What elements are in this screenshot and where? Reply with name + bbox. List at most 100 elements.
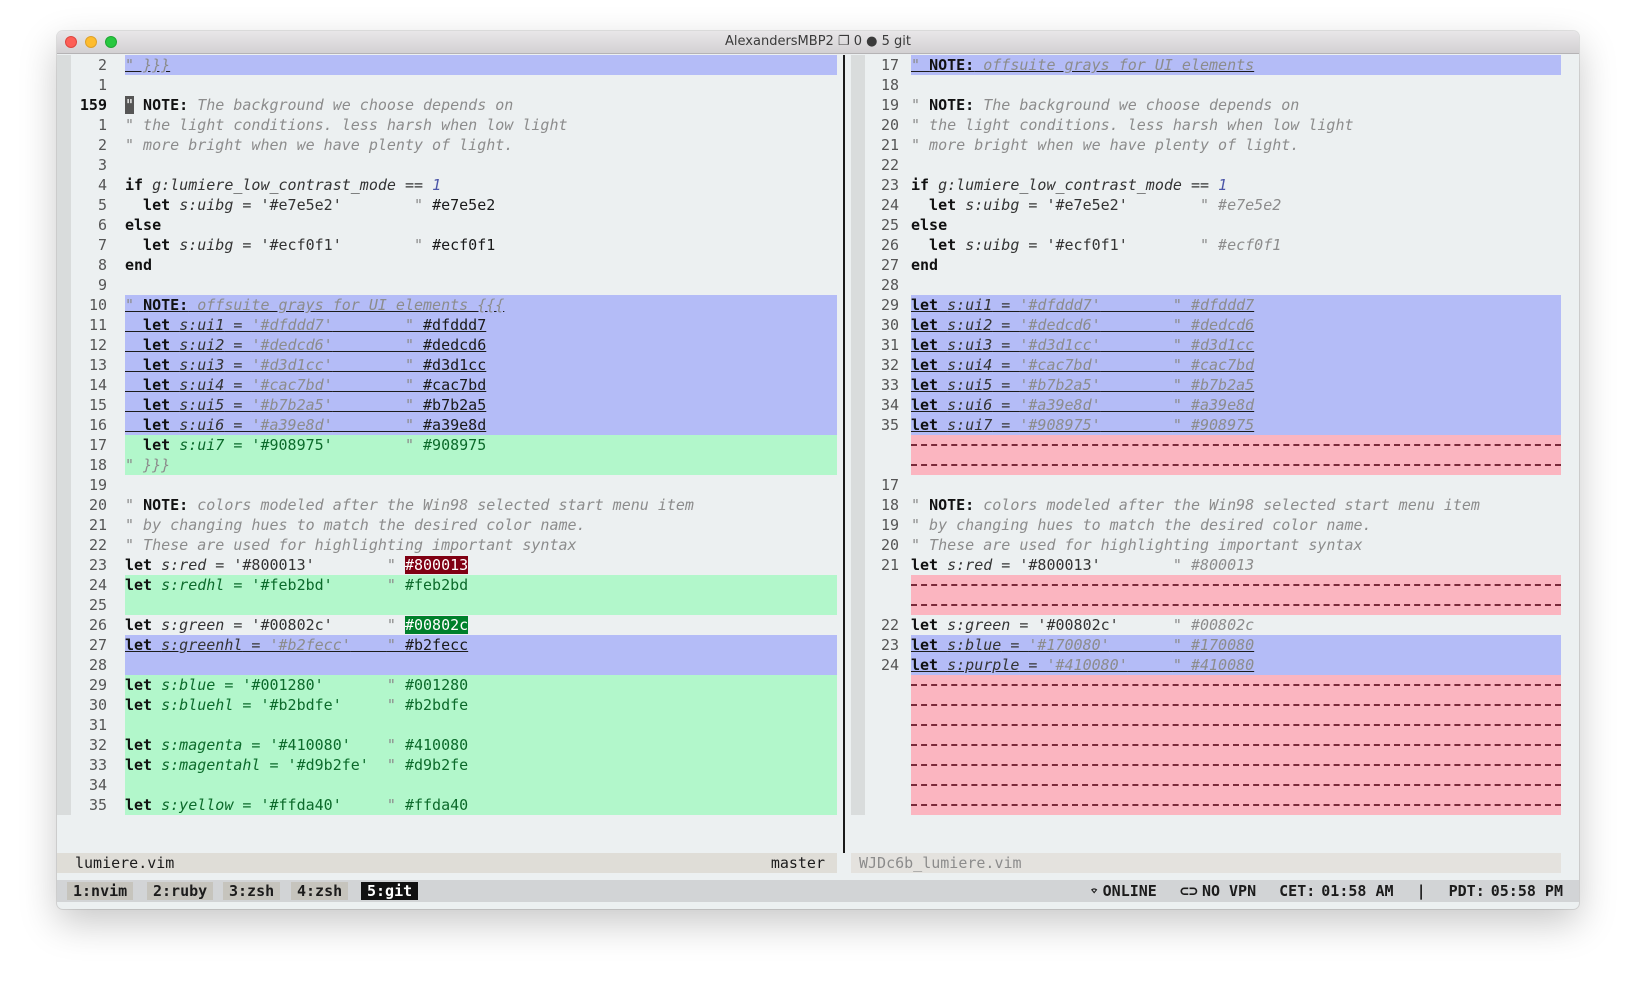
left-pane-line[interactable]: 2 " more bright when we have plenty of li… xyxy=(57,135,837,155)
right-pane-line[interactable] xyxy=(851,775,1561,795)
left-pane-line[interactable]: 159 " NOTE: The background we choose depe… xyxy=(57,95,837,115)
right-pane-line[interactable]: 18 " NOTE: colors modeled after the Win98… xyxy=(851,495,1561,515)
line-text[interactable]: " the light conditions. less harsh when … xyxy=(125,115,837,135)
line-text[interactable] xyxy=(911,475,1561,495)
right-pane-line[interactable]: 21 let s:red = '#800013' " #800013 xyxy=(851,555,1561,575)
line-text[interactable] xyxy=(911,695,1561,715)
line-text[interactable]: let s:ui7 = '#908975' " #908975 xyxy=(125,435,837,455)
line-text[interactable] xyxy=(125,775,837,795)
line-text[interactable]: let s:red = '#800013' " #800013 xyxy=(125,555,837,575)
left-pane-line[interactable]: 19 xyxy=(57,475,837,495)
right-pane-line[interactable]: 22 let s:green = '#00802c' " #00802c xyxy=(851,615,1561,635)
line-text[interactable] xyxy=(125,75,837,95)
line-text[interactable]: " NOTE: offsuite grays for UI elements {… xyxy=(125,295,837,315)
line-text[interactable]: " NOTE: The background we choose depends… xyxy=(125,95,837,115)
line-text[interactable]: " NOTE: colors modeled after the Win98 s… xyxy=(911,495,1561,515)
right-pane-line[interactable] xyxy=(851,695,1561,715)
line-text[interactable]: let s:blue = '#170080' " #170080 xyxy=(911,635,1561,655)
line-text[interactable] xyxy=(911,275,1561,295)
line-text[interactable]: let s:green = '#00802c' " #00802c xyxy=(911,615,1561,635)
line-text[interactable]: let s:ui4 = '#cac7bd' " #cac7bd xyxy=(911,355,1561,375)
line-text[interactable]: let s:ui3 = '#d3d1cc' " #d3d1cc xyxy=(125,355,837,375)
left-pane-line[interactable]: 11 let s:ui1 = '#dfddd7' " #dfddd7 xyxy=(57,315,837,335)
right-pane-line[interactable]: 23 if g:lumiere_low_contrast_mode == 1 xyxy=(851,175,1561,195)
right-pane-line[interactable] xyxy=(851,675,1561,695)
line-text[interactable]: " more bright when we have plenty of lig… xyxy=(125,135,837,155)
line-text[interactable]: let s:uibg = '#ecf0f1' " #ecf0f1 xyxy=(911,235,1561,255)
left-pane-line[interactable]: 4 if g:lumiere_low_contrast_mode == 1 xyxy=(57,175,837,195)
right-pane-line[interactable]: 33 let s:ui5 = '#b7b2a5' " #b7b2a5 xyxy=(851,375,1561,395)
left-pane-line[interactable]: 31 xyxy=(57,715,837,735)
line-text[interactable]: else xyxy=(125,215,837,235)
line-text[interactable]: let s:ui5 = '#b7b2a5' " #b7b2a5 xyxy=(911,375,1561,395)
line-text[interactable]: let s:ui1 = '#dfddd7' " #dfddd7 xyxy=(911,295,1561,315)
right-pane-line[interactable]: 27 end xyxy=(851,255,1561,275)
right-pane-line[interactable] xyxy=(851,595,1561,615)
right-pane-line[interactable]: 19 " NOTE: The background we choose depen… xyxy=(851,95,1561,115)
line-text[interactable]: " the light conditions. less harsh when … xyxy=(911,115,1561,135)
line-text[interactable]: let s:uibg = '#e7e5e2' " #e7e5e2 xyxy=(125,195,837,215)
line-text[interactable] xyxy=(125,595,837,615)
right-pane-line[interactable] xyxy=(851,795,1561,815)
right-pane-line[interactable] xyxy=(851,575,1561,595)
line-text[interactable] xyxy=(911,735,1561,755)
line-text[interactable]: let s:uibg = '#e7e5e2' " #e7e5e2 xyxy=(911,195,1561,215)
tmux-window-2[interactable]: 2:ruby xyxy=(147,882,214,900)
line-text[interactable] xyxy=(911,675,1561,695)
left-pane-line[interactable]: 3 xyxy=(57,155,837,175)
left-pane-line[interactable]: 23 let s:red = '#800013' " #800013 xyxy=(57,555,837,575)
left-pane-line[interactable]: 7 let s:uibg = '#ecf0f1' " #ecf0f1 xyxy=(57,235,837,255)
left-pane-line[interactable]: 24 let s:redhl = '#feb2bd' " #feb2bd xyxy=(57,575,837,595)
line-text[interactable]: if g:lumiere_low_contrast_mode == 1 xyxy=(911,175,1561,195)
line-text[interactable] xyxy=(125,475,837,495)
left-pane-line[interactable]: 20 " NOTE: colors modeled after the Win98… xyxy=(57,495,837,515)
line-text[interactable] xyxy=(125,155,837,175)
line-text[interactable] xyxy=(911,795,1561,815)
line-text[interactable] xyxy=(911,575,1561,595)
right-pane-line[interactable]: 34 let s:ui6 = '#a39e8d' " #a39e8d xyxy=(851,395,1561,415)
right-pane-line[interactable]: 26 let s:uibg = '#ecf0f1' " #ecf0f1 xyxy=(851,235,1561,255)
right-pane-line[interactable] xyxy=(851,435,1561,455)
right-pane-line[interactable]: 24 let s:purple = '#410080' " #410080 xyxy=(851,655,1561,675)
line-text[interactable] xyxy=(911,755,1561,775)
right-pane-line[interactable]: 31 let s:ui3 = '#d3d1cc' " #d3d1cc xyxy=(851,335,1561,355)
line-text[interactable]: let s:purple = '#410080' " #410080 xyxy=(911,655,1561,675)
tmux-window-1[interactable]: 1:nvim xyxy=(67,882,134,900)
line-text[interactable]: let s:ui6 = '#a39e8d' " #a39e8d xyxy=(911,395,1561,415)
left-pane-line[interactable]: 32 let s:magenta = '#410080' " #410080 xyxy=(57,735,837,755)
line-text[interactable]: let s:ui4 = '#cac7bd' " #cac7bd xyxy=(125,375,837,395)
right-pane-line[interactable] xyxy=(851,735,1561,755)
minimize-button[interactable] xyxy=(85,36,97,48)
left-pane-line[interactable]: 26 let s:green = '#00802c' " #00802c xyxy=(57,615,837,635)
line-text[interactable]: " by changing hues to match the desired … xyxy=(911,515,1561,535)
line-text[interactable] xyxy=(911,715,1561,735)
right-pane-line[interactable]: 17 xyxy=(851,475,1561,495)
line-text[interactable]: let s:ui2 = '#dedcd6' " #dedcd6 xyxy=(911,315,1561,335)
left-pane-line[interactable]: 16 let s:ui6 = '#a39e8d' " #a39e8d xyxy=(57,415,837,435)
line-text[interactable]: let s:bluehl = '#b2bdfe' " #b2bdfe xyxy=(125,695,837,715)
right-pane-line[interactable]: 19 " by changing hues to match the desire… xyxy=(851,515,1561,535)
left-pane-line[interactable]: 14 let s:ui4 = '#cac7bd' " #cac7bd xyxy=(57,375,837,395)
right-pane-line[interactable]: 35 let s:ui7 = '#908975' " #908975 xyxy=(851,415,1561,435)
left-pane-line[interactable]: 18 " }}} xyxy=(57,455,837,475)
left-pane-line[interactable]: 1 xyxy=(57,75,837,95)
line-text[interactable]: let s:red = '#800013' " #800013 xyxy=(911,555,1561,575)
left-pane-line[interactable]: 17 let s:ui7 = '#908975' " #908975 xyxy=(57,435,837,455)
left-pane-line[interactable]: 29 let s:blue = '#001280' " #001280 xyxy=(57,675,837,695)
line-text[interactable] xyxy=(911,775,1561,795)
vertical-split-divider[interactable] xyxy=(837,55,851,853)
line-text[interactable]: " by changing hues to match the desired … xyxy=(125,515,837,535)
right-pane-line[interactable]: 28 xyxy=(851,275,1561,295)
diff-pane-left[interactable]: 2 " }}} 1 159 " NOTE: The background we choo… xyxy=(57,55,837,853)
left-pane-line[interactable]: 2 " }}} xyxy=(57,55,837,75)
left-pane-line[interactable]: 8 end xyxy=(57,255,837,275)
right-pane-line[interactable]: 24 let s:uibg = '#e7e5e2' " #e7e5e2 xyxy=(851,195,1561,215)
left-pane-line[interactable]: 33 let s:magentahl = '#d9b2fe' " #d9b2fe xyxy=(57,755,837,775)
line-text[interactable] xyxy=(911,155,1561,175)
right-pane-line[interactable] xyxy=(851,715,1561,735)
left-pane-line[interactable]: 22 " These are used for highlighting impo… xyxy=(57,535,837,555)
line-text[interactable]: " These are used for highlighting import… xyxy=(125,535,837,555)
line-text[interactable]: " These are used for highlighting import… xyxy=(911,535,1561,555)
line-text[interactable] xyxy=(125,655,837,675)
right-pane-line[interactable]: 21 " more bright when we have plenty of l… xyxy=(851,135,1561,155)
